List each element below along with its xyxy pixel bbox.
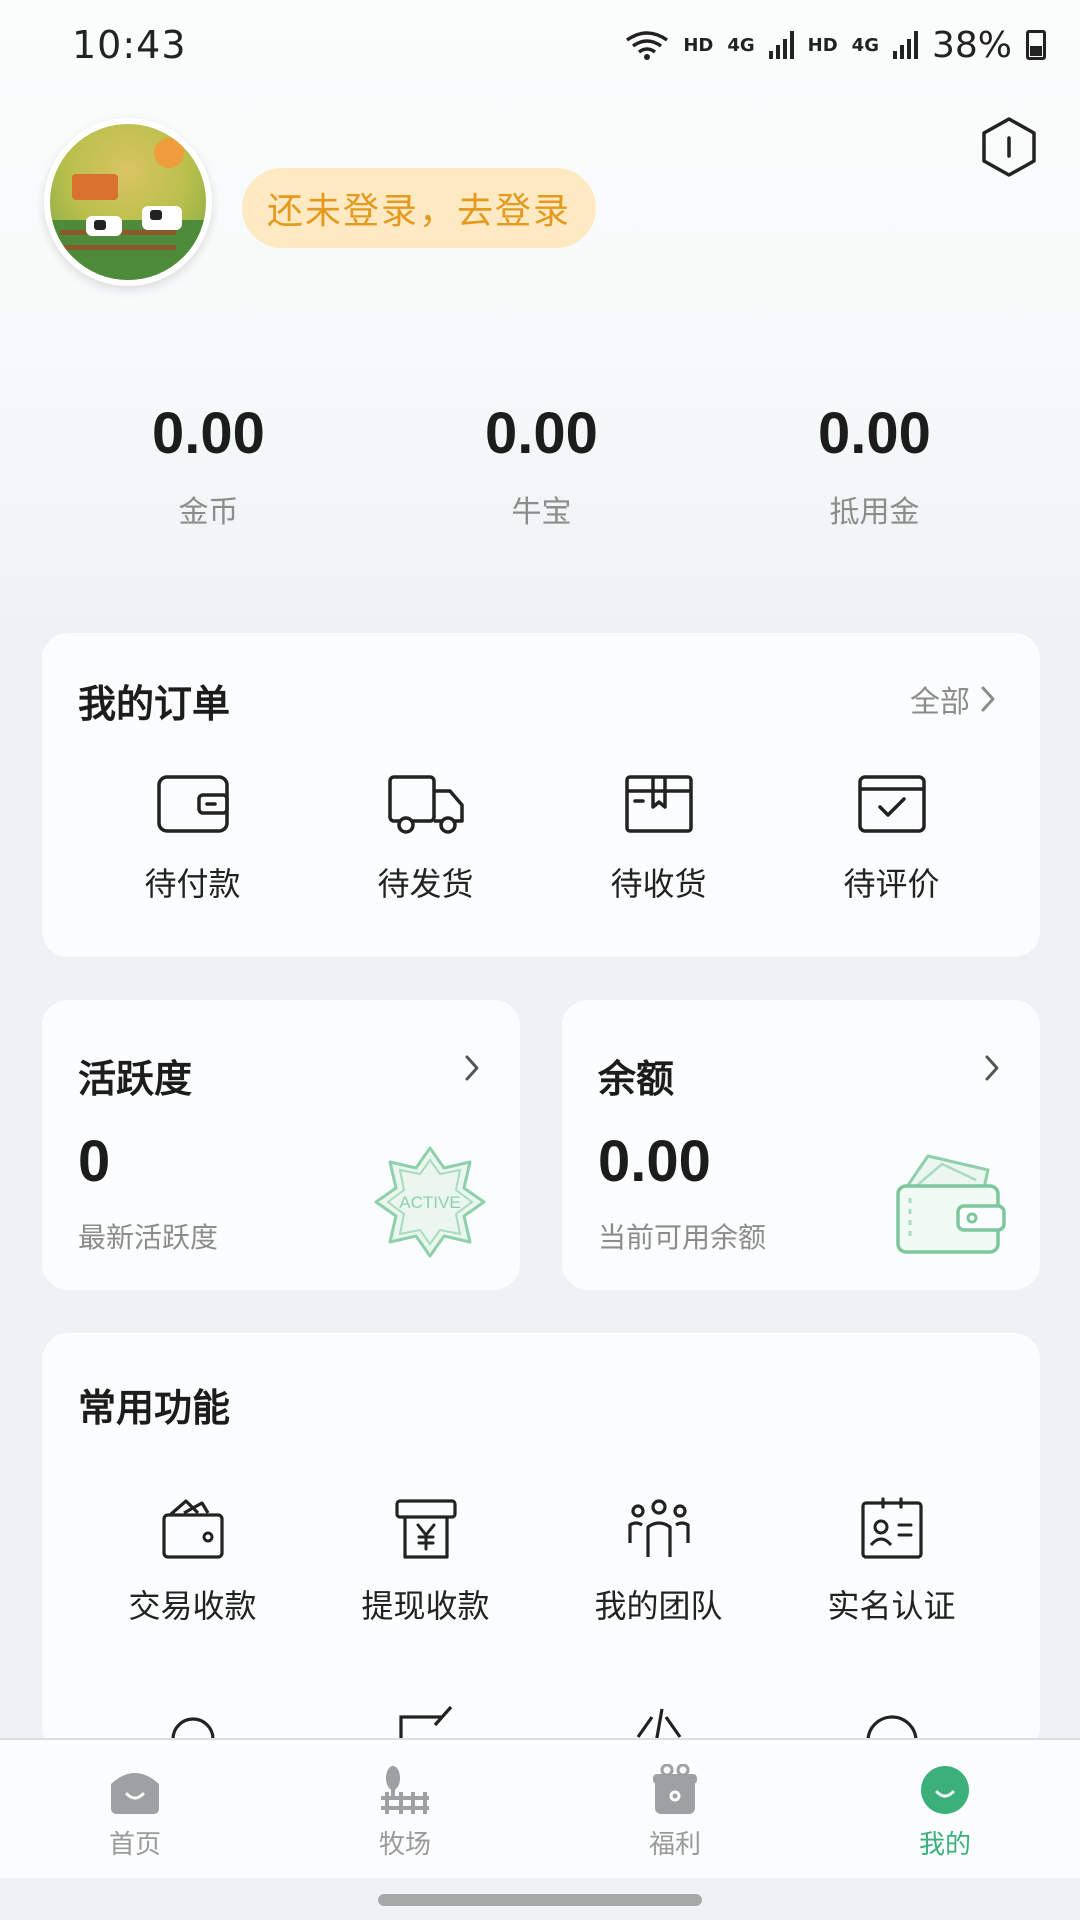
settings-hexagon-icon[interactable]	[980, 116, 1038, 178]
nav-ranch[interactable]: 牧场	[270, 1740, 540, 1878]
order-pending-shipment[interactable]: 待发货	[309, 771, 542, 905]
stat-label: 抵用金	[829, 495, 920, 530]
stat-value: 0.00	[818, 401, 931, 466]
chevron-right-icon	[981, 686, 995, 712]
activity-subtitle: 最新活跃度	[78, 1221, 219, 1254]
function-label: 我的团队	[594, 1587, 723, 1625]
ranch-icon	[381, 1766, 429, 1814]
signal-icon-1	[768, 31, 794, 59]
order-pending-review[interactable]: 待评价	[775, 771, 1008, 905]
activity-value: 0	[78, 1129, 111, 1194]
circle-icon	[170, 1717, 215, 1743]
orders-all-label: 全部	[910, 685, 970, 720]
function-label: 实名认证	[827, 1587, 956, 1625]
order-status-row: 待付款 待发货 待收货 待评价	[42, 771, 1040, 905]
orders-title: 我的订单	[78, 682, 231, 726]
nav-welfare[interactable]: 福利	[540, 1740, 810, 1878]
function-withdraw[interactable]: 提现收款	[309, 1497, 542, 1627]
status-icons: HD 4G HD 4G 38%	[625, 25, 1046, 66]
order-label: 待评价	[843, 865, 940, 903]
id-card-icon	[860, 1497, 923, 1559]
stats-row: 0.00 金币 0.00 牛宝 0.00 抵用金	[0, 400, 1080, 531]
activity-title: 活跃度	[78, 1057, 193, 1101]
balance-title: 余额	[598, 1057, 675, 1101]
network-label-1: 4G	[727, 34, 755, 56]
active-badge-icon: ACTIVE	[374, 1146, 486, 1258]
hd-label-2: HD	[807, 34, 838, 56]
order-pending-receipt[interactable]: 待收货	[542, 771, 775, 905]
status-bar: 10:43 HD 4G HD 4G 38%	[0, 0, 1080, 90]
wallet-icon	[156, 775, 229, 833]
package-icon	[624, 775, 693, 833]
nav-mine[interactable]: 我的	[810, 1740, 1080, 1878]
function-real-name-verify[interactable]: 实名认证	[775, 1497, 1008, 1627]
common-functions-card: 常用功能 交易收款 提现收款 我的团队 实名认证	[42, 1333, 1040, 1753]
wallet-illustration-icon	[896, 1154, 1006, 1254]
order-label: 待付款	[144, 865, 241, 903]
hd-label-1: HD	[683, 34, 714, 56]
chevron-right-icon	[985, 1055, 999, 1081]
profile-icon	[921, 1766, 969, 1814]
functions-title: 常用功能	[78, 1386, 231, 1430]
home-icon	[111, 1773, 159, 1814]
stat-coins[interactable]: 0.00 金币	[42, 400, 375, 531]
order-label: 待收货	[610, 865, 707, 903]
stat-value: 0.00	[485, 401, 598, 466]
nav-label: 我的	[918, 1830, 971, 1860]
function-item-partial[interactable]	[76, 1703, 309, 1743]
withdraw-icon	[394, 1499, 457, 1559]
function-item-partial[interactable]	[309, 1703, 542, 1743]
stat-niubao[interactable]: 0.00 牛宝	[375, 400, 708, 531]
chevron-right-icon	[465, 1055, 479, 1081]
wifi-icon	[626, 31, 669, 60]
battery-percent: 38%	[931, 24, 1012, 66]
functions-row-2	[42, 1703, 1040, 1743]
gift-icon	[653, 1764, 697, 1814]
orders-card: 我的订单 全部 待付款 待发货 待收货 待评价	[42, 633, 1040, 957]
balance-value: 0.00	[598, 1129, 711, 1194]
activity-card[interactable]: 活跃度 0 最新活跃度 ACTIVE	[42, 1000, 520, 1290]
receive-payment-icon	[161, 1499, 224, 1559]
review-icon	[857, 775, 926, 833]
signal-icon-2	[892, 31, 918, 59]
function-trade-receive[interactable]: 交易收款	[76, 1497, 309, 1627]
nav-label: 福利	[648, 1830, 701, 1860]
stat-value: 0.00	[152, 401, 265, 466]
login-button[interactable]: 还未登录，去登录	[242, 168, 596, 248]
function-my-team[interactable]: 我的团队	[542, 1497, 775, 1627]
function-label: 交易收款	[128, 1587, 257, 1625]
nav-home[interactable]: 首页	[0, 1740, 270, 1878]
bottom-navigation: 首页 牧场 福利 我的	[0, 1738, 1080, 1878]
function-item-partial[interactable]	[542, 1703, 775, 1743]
nav-label: 牧场	[378, 1830, 431, 1860]
order-pending-payment[interactable]: 待付款	[76, 771, 309, 905]
stat-label: 金币	[178, 495, 239, 530]
active-badge-text: ACTIVE	[399, 1193, 460, 1212]
balance-card[interactable]: 余额 0.00 当前可用余额	[562, 1000, 1040, 1290]
order-label: 待发货	[377, 865, 474, 903]
home-indicator[interactable]	[378, 1894, 702, 1906]
network-label-2: 4G	[851, 34, 879, 56]
avatar[interactable]	[44, 118, 212, 286]
function-label: 提现收款	[361, 1587, 490, 1625]
circle-icon	[865, 1715, 918, 1743]
function-item-partial[interactable]	[775, 1703, 1008, 1743]
team-icon	[627, 1499, 690, 1557]
edit-icon	[398, 1705, 452, 1743]
stat-voucher[interactable]: 0.00 抵用金	[708, 400, 1041, 531]
nav-label: 首页	[108, 1830, 161, 1860]
stat-label: 牛宝	[511, 495, 572, 530]
header-background	[0, 0, 1080, 640]
battery-icon	[1026, 30, 1046, 60]
truck-icon	[387, 775, 464, 834]
code-icon	[636, 1708, 681, 1743]
balance-subtitle: 当前可用余额	[598, 1221, 767, 1254]
orders-all-link[interactable]: 全部	[910, 677, 996, 721]
status-time: 10:43	[72, 23, 187, 67]
functions-row: 交易收款 提现收款 我的团队 实名认证	[42, 1497, 1040, 1627]
